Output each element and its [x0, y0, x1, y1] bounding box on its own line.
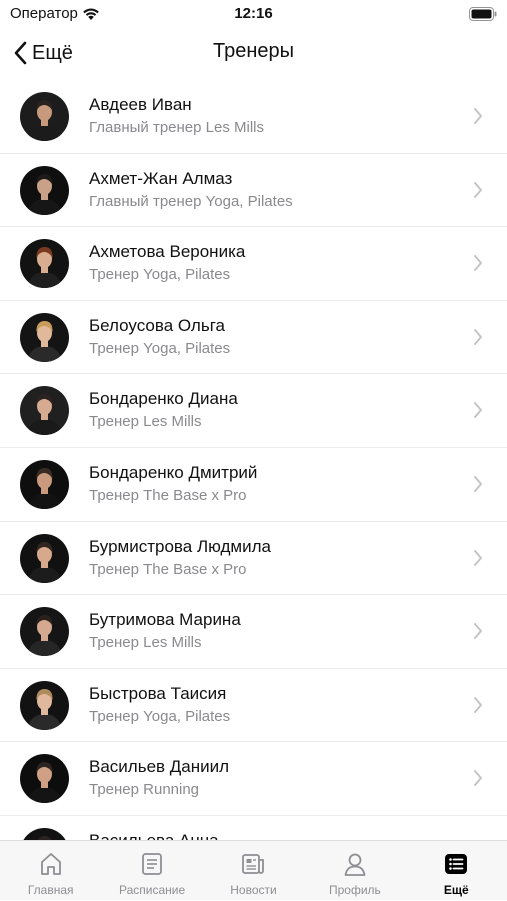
trainer-row[interactable]: Ахметова Вероника Тренер Yoga, Pilates: [0, 227, 507, 301]
avatar: [20, 239, 69, 289]
trainer-row[interactable]: Бондаренко Дмитрий Тренер The Base x Pro: [0, 448, 507, 522]
trainer-name: Васильева Анна: [89, 831, 219, 840]
trainer-row[interactable]: Бурмистрова Людмила Тренер The Base x Pro: [0, 522, 507, 596]
trainer-role: Главный тренер Yoga, Pilates: [89, 192, 293, 210]
chevron-right-icon: [474, 181, 482, 198]
tab-label: Главная: [27, 883, 74, 897]
tab-news[interactable]: Новости: [203, 841, 304, 901]
chevron-right-icon: [474, 696, 482, 713]
chevron-right-icon: [474, 623, 482, 640]
avatar: [20, 459, 69, 509]
chevron-right-icon: [474, 402, 482, 419]
avatar: [20, 92, 69, 141]
chevron-right-icon: [474, 328, 482, 345]
tab-schedule[interactable]: Расписание: [101, 841, 202, 901]
profile-icon: [342, 851, 368, 877]
trainer-row[interactable]: Ахмет-Жан Алмаз Главный тренер Yoga, Pila…: [0, 154, 507, 228]
trainer-name: Бурмистрова Людмила: [89, 536, 271, 556]
trainer-name: Бондаренко Дмитрий: [89, 462, 258, 482]
avatar: [20, 680, 69, 730]
battery-icon: [469, 7, 497, 21]
trainer-list[interactable]: Авдеев Иван Главный тренер Les Mills Ахмет…: [0, 80, 507, 840]
status-time: 12:16: [234, 5, 273, 22]
trainer-role: Тренер Les Mills: [89, 413, 202, 431]
trainer-name: Бутримова Марина: [89, 610, 241, 630]
trainer-row[interactable]: Васильев Даниил Тренер Running: [0, 742, 507, 816]
news-icon: [240, 851, 266, 877]
trainer-role: Тренер The Base x Pro: [89, 486, 247, 504]
trainer-row[interactable]: Бутримова Марина Тренер Les Mills: [0, 595, 507, 669]
status-bar: Оператор 12:16: [0, 0, 507, 30]
tab-more[interactable]: Ещё: [406, 841, 507, 901]
chevron-right-icon: [474, 108, 482, 124]
tab-label: Расписание: [119, 883, 186, 897]
avatar: [20, 827, 69, 840]
trainer-row[interactable]: Бондаренко Диана Тренер Les Mills: [0, 374, 507, 448]
avatar: [20, 607, 69, 657]
trainer-role: Главный тренер Les Mills: [89, 119, 264, 136]
trainer-name: Быстрова Таисия: [89, 683, 227, 703]
home-icon: [38, 851, 64, 877]
chevron-right-icon: [474, 475, 482, 492]
avatar: [20, 533, 69, 583]
trainer-name: Авдеев Иван: [89, 95, 192, 114]
avatar: [20, 386, 69, 436]
trainer-role: Тренер Yoga, Pilates: [89, 266, 231, 284]
navigation-bar: Ещё Тренеры: [0, 30, 507, 76]
tab-label: Профиль: [328, 883, 381, 897]
chevron-right-icon: [474, 549, 482, 566]
trainer-role: Тренер The Base x Pro: [89, 560, 247, 578]
tab-home[interactable]: Главная: [0, 841, 101, 901]
trainer-row[interactable]: Быстрова Таисия Тренер Yoga, Pilates: [0, 669, 507, 743]
trainer-row[interactable]: Авдеев Иван Главный тренер Les Mills: [0, 80, 507, 154]
trainer-role: Тренер Yoga, Pilates: [89, 707, 231, 725]
tab-label: Ещё: [443, 883, 469, 897]
trainer-name: Бондаренко Диана: [89, 389, 238, 409]
chevron-right-icon: [474, 255, 482, 272]
trainer-role: Тренер Les Mills: [89, 634, 202, 652]
trainer-name: Белоусова Ольга: [89, 315, 225, 335]
trainer-name: Ахмет-Жан Алмаз: [89, 168, 233, 188]
more-icon: [443, 851, 469, 877]
trainer-name: Ахметова Вероника: [89, 242, 246, 262]
tab-profile[interactable]: Профиль: [304, 841, 405, 901]
trainer-role: Тренер Running: [89, 781, 200, 799]
schedule-icon: [139, 851, 165, 877]
avatar: [20, 312, 69, 362]
trainer-row[interactable]: Васильева Анна: [0, 816, 507, 840]
tab-bar: Главная Расписание Новости Профиль Ещё: [0, 840, 507, 900]
chevron-right-icon: [474, 770, 482, 787]
tab-label: Новости: [230, 883, 277, 897]
avatar: [20, 165, 69, 215]
trainer-role: Тренер Yoga, Pilates: [89, 339, 231, 357]
trainer-row[interactable]: Белоусова Ольга Тренер Yoga, Pilates: [0, 301, 507, 375]
avatar: [20, 754, 69, 804]
page-title: Тренеры: [212, 40, 294, 62]
trainer-name: Васильев Даниил: [89, 757, 230, 777]
